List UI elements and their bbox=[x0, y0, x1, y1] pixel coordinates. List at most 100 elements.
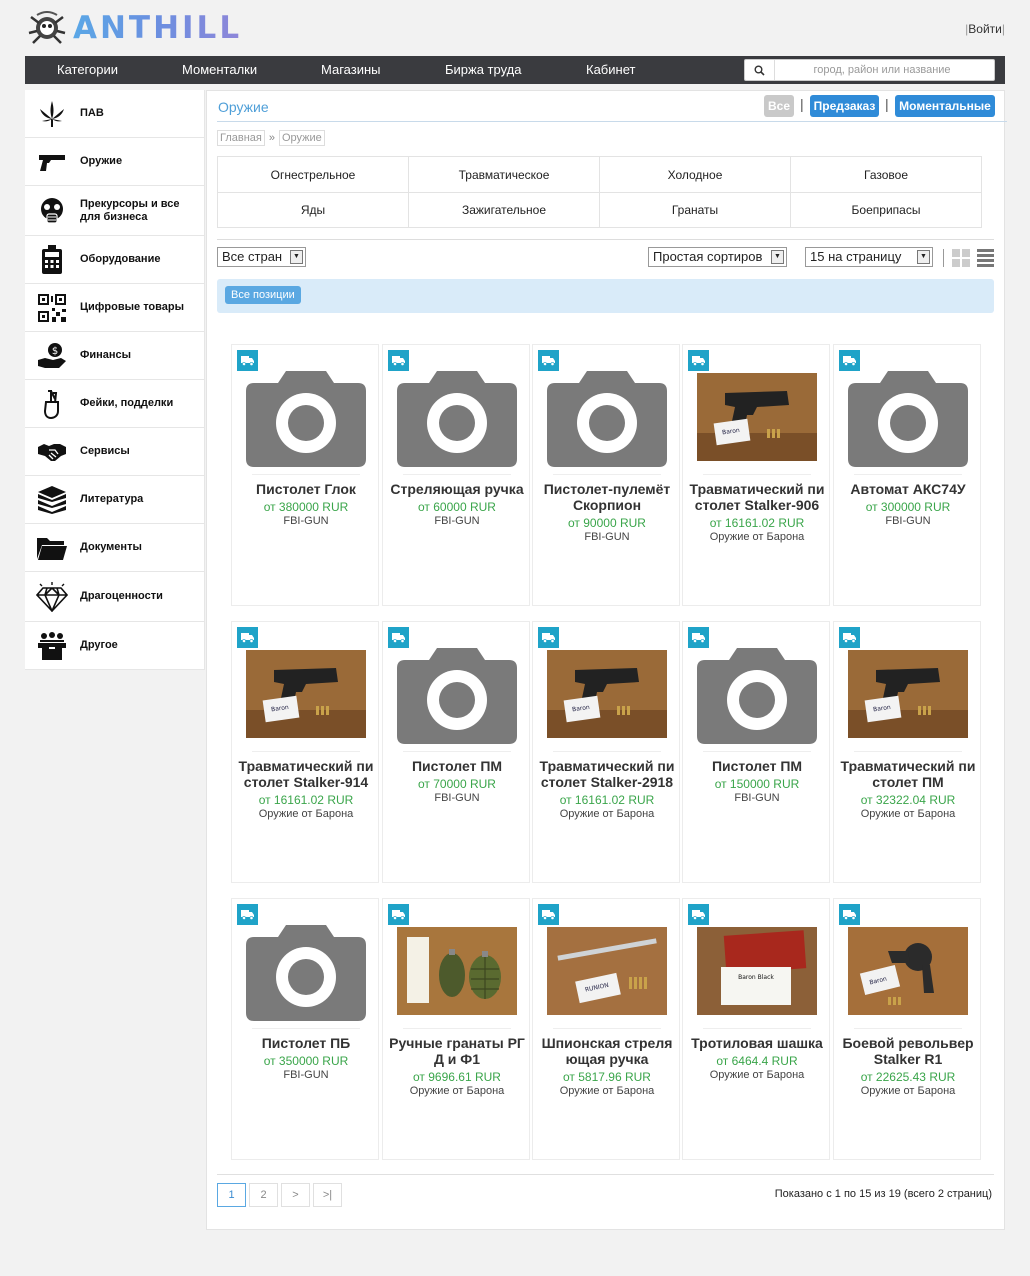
product-name[interactable]: Пистолет ПМ bbox=[687, 758, 827, 774]
product-name[interactable]: Тротиловая шашка bbox=[687, 1035, 827, 1051]
product-card[interactable]: Пистолет ПБ от 350000 RUR FBI-GUN bbox=[231, 898, 379, 1160]
product-card[interactable]: Пистолет ПМ от 70000 RUR FBI-GUN bbox=[382, 621, 530, 883]
product-name[interactable]: Шпионская стреляющая ручка bbox=[537, 1035, 677, 1067]
sort-select[interactable]: Простая сортиров ▼ bbox=[648, 247, 787, 267]
sidebar-item-literature[interactable]: Литература bbox=[25, 476, 205, 524]
sidebar-item-pav[interactable]: ПАВ bbox=[25, 90, 205, 138]
product-shop[interactable]: FBI-GUN bbox=[383, 515, 531, 527]
product-photo[interactable]: RUNION bbox=[547, 921, 667, 1021]
product-shop[interactable]: FBI-GUN bbox=[683, 792, 831, 804]
camera-placeholder-icon[interactable] bbox=[246, 367, 366, 467]
page-next-button[interactable]: > bbox=[281, 1183, 310, 1207]
product-name[interactable]: Боевой револьвер Stalker R1 bbox=[838, 1035, 978, 1067]
subcategory-ammo[interactable]: Боеприпасы bbox=[790, 193, 981, 227]
product-name[interactable]: Пистолет Глок bbox=[236, 481, 376, 497]
subcategory-grenades[interactable]: Гранаты bbox=[599, 193, 790, 227]
product-shop[interactable]: FBI-GUN bbox=[533, 531, 681, 543]
product-photo[interactable]: Baron bbox=[246, 644, 366, 744]
product-card[interactable]: Baron Травматический пистолет ПМ от 32322.… bbox=[833, 621, 981, 883]
camera-placeholder-icon[interactable] bbox=[246, 921, 366, 1021]
product-shop[interactable]: FBI-GUN bbox=[834, 515, 982, 527]
camera-placeholder-icon[interactable] bbox=[397, 367, 517, 467]
product-photo[interactable]: Baron bbox=[547, 644, 667, 744]
subcategory-poisons[interactable]: Яды bbox=[218, 193, 408, 227]
breadcrumb-current[interactable]: Оружие bbox=[279, 130, 325, 146]
sidebar-item-finance[interactable]: $ Финансы bbox=[25, 332, 205, 380]
breadcrumb-home[interactable]: Главная bbox=[217, 130, 265, 146]
nav-jobs[interactable]: Биржа труда bbox=[445, 62, 521, 77]
product-shop[interactable]: Оружие от Барона bbox=[232, 808, 380, 820]
product-card[interactable]: RUNION Шпионская стреляющая ручка от 5817.… bbox=[532, 898, 680, 1160]
page-button-2[interactable]: 2 bbox=[249, 1183, 278, 1207]
product-card[interactable]: Baron Black Тротиловая шашка от 6464.4 RUR… bbox=[682, 898, 830, 1160]
product-name[interactable]: Пистолет ПМ bbox=[387, 758, 527, 774]
product-photo[interactable]: Baron bbox=[848, 921, 968, 1021]
product-shop[interactable]: Оружие от Барона bbox=[834, 808, 982, 820]
nav-categories[interactable]: Категории bbox=[57, 62, 118, 77]
product-card[interactable]: Стреляющая ручка от 60000 RUR FBI-GUN bbox=[382, 344, 530, 606]
product-shop[interactable]: Оружие от Барона bbox=[533, 1085, 681, 1097]
product-shop[interactable]: FBI-GUN bbox=[232, 1069, 380, 1081]
product-photo[interactable]: Baron Black bbox=[697, 921, 817, 1021]
search-input[interactable] bbox=[777, 62, 987, 78]
product-name[interactable]: Травматический пистолет ПМ bbox=[838, 758, 978, 790]
product-name[interactable]: Автомат АКС74У bbox=[838, 481, 978, 497]
filter-preorder-button[interactable]: Предзаказ bbox=[810, 95, 879, 117]
product-name[interactable]: Травматический пистолет Stalker-2918 bbox=[537, 758, 677, 790]
product-shop[interactable]: Оружие от Барона bbox=[533, 808, 681, 820]
all-positions-button[interactable]: Все позиции bbox=[225, 286, 301, 304]
product-name[interactable]: Пистолет ПБ bbox=[236, 1035, 376, 1051]
product-shop[interactable]: FBI-GUN bbox=[232, 515, 380, 527]
sidebar-item-digital[interactable]: Цифровые товары bbox=[25, 284, 205, 332]
product-shop[interactable]: Оружие от Барона bbox=[383, 1085, 531, 1097]
sidebar-item-jewelry[interactable]: Драгоценности bbox=[25, 572, 205, 622]
sidebar-item-other[interactable]: Другое bbox=[25, 622, 205, 670]
subcategory-firearms[interactable]: Огнестрельное bbox=[218, 157, 408, 192]
subcategory-cold[interactable]: Холодное bbox=[599, 157, 790, 192]
product-card[interactable]: Автомат АКС74У от 300000 RUR FBI-GUN bbox=[833, 344, 981, 606]
page-button-1[interactable]: 1 bbox=[217, 1183, 246, 1207]
product-card[interactable]: Baron Травматический пистолет Stalker-906… bbox=[682, 344, 830, 606]
list-view-icon[interactable] bbox=[977, 249, 994, 267]
sidebar-item-equipment[interactable]: Оборудование bbox=[25, 236, 205, 284]
logo[interactable]: ANTHILL bbox=[25, 10, 242, 46]
product-shop[interactable]: FBI-GUN bbox=[383, 792, 531, 804]
sidebar-item-services[interactable]: Сервисы bbox=[25, 428, 205, 476]
product-name[interactable]: Пистолет-пулемёт Скорпион bbox=[537, 481, 677, 513]
nav-cabinet[interactable]: Кабинет bbox=[586, 62, 635, 77]
product-name[interactable]: Ручные гранаты РГД и Ф1 bbox=[387, 1035, 527, 1067]
product-photo[interactable] bbox=[397, 921, 517, 1021]
product-photo[interactable]: Baron bbox=[848, 644, 968, 744]
product-shop[interactable]: Оружие от Барона bbox=[683, 531, 831, 543]
subcategory-incendiary[interactable]: Зажигательное bbox=[408, 193, 599, 227]
product-photo[interactable]: Baron bbox=[697, 367, 817, 467]
page-last-button[interactable]: >| bbox=[313, 1183, 342, 1207]
product-card[interactable]: Baron Травматический пистолет Stalker-291… bbox=[532, 621, 680, 883]
camera-placeholder-icon[interactable] bbox=[547, 367, 667, 467]
grid-view-icon[interactable] bbox=[952, 249, 970, 267]
nav-shops[interactable]: Магазины bbox=[321, 62, 381, 77]
product-card[interactable]: Baron Травматический пистолет Stalker-914… bbox=[231, 621, 379, 883]
search-button[interactable] bbox=[745, 60, 775, 80]
sidebar-item-precursors[interactable]: Прекурсоры и все для бизнеса bbox=[25, 186, 205, 236]
product-card[interactable]: Пистолет-пулемёт Скорпион от 90000 RUR FBI… bbox=[532, 344, 680, 606]
camera-placeholder-icon[interactable] bbox=[848, 367, 968, 467]
subcategory-gas[interactable]: Газовое bbox=[790, 157, 981, 192]
product-card[interactable]: Baron Боевой револьвер Stalker R1 от 22625… bbox=[833, 898, 981, 1160]
camera-placeholder-icon[interactable] bbox=[697, 644, 817, 744]
filter-all-button[interactable]: Все bbox=[764, 95, 794, 117]
product-name[interactable]: Травматический пистолет Stalker-906 bbox=[687, 481, 827, 513]
country-select[interactable]: Все стран ▼ bbox=[217, 247, 306, 267]
login-link[interactable]: Войти bbox=[968, 22, 1002, 36]
product-name[interactable]: Стреляющая ручка bbox=[387, 481, 527, 497]
nav-instant[interactable]: Моменталки bbox=[182, 62, 257, 77]
per-page-select[interactable]: 15 на страницу ▼ bbox=[805, 247, 933, 267]
sidebar-item-fakes[interactable]: Фейки, подделки bbox=[25, 380, 205, 428]
subcategory-traumatic[interactable]: Травматическое bbox=[408, 157, 599, 192]
product-name[interactable]: Травматический пистолет Stalker-914 bbox=[236, 758, 376, 790]
sidebar-item-weapons[interactable]: Оружие bbox=[25, 138, 205, 186]
product-shop[interactable]: Оружие от Барона bbox=[683, 1069, 831, 1081]
filter-instant-button[interactable]: Моментальные bbox=[895, 95, 995, 117]
product-card[interactable]: Пистолет ПМ от 150000 RUR FBI-GUN bbox=[682, 621, 830, 883]
sidebar-item-documents[interactable]: Документы bbox=[25, 524, 205, 572]
